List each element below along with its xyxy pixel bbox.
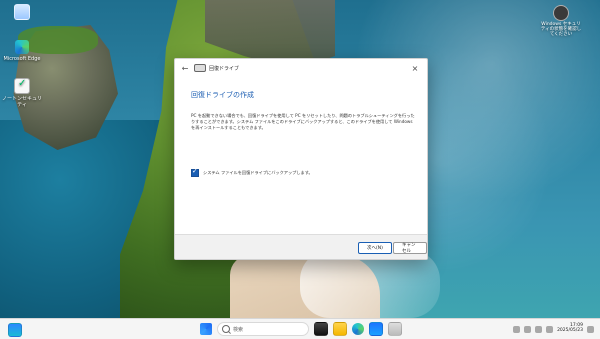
dialog-heading: 回復ドライブの作成 xyxy=(191,91,254,99)
backup-system-files-label[interactable]: システム ファイルを回復ドライブにバックアップします。 xyxy=(203,170,313,176)
file-explorer-button[interactable] xyxy=(333,322,347,336)
tray-volume-icon[interactable] xyxy=(546,325,554,333)
edge-button[interactable] xyxy=(352,323,364,335)
start-button[interactable] xyxy=(200,323,212,335)
dialog-title: 回復ドライブ xyxy=(209,65,240,72)
desktop-icon-label: ノートンセキュリティ xyxy=(2,96,43,108)
cancel-button[interactable]: キャンセル xyxy=(393,242,427,254)
widgets-icon xyxy=(8,323,22,337)
taskbar-date: 2025/05/23 xyxy=(557,328,583,333)
recovery-drive-dialog: ← 回復ドライブ × 回復ドライブの作成 PC を起動できない場合でも、回復ドラ… xyxy=(174,58,428,260)
back-button[interactable]: ← xyxy=(178,61,192,75)
desktop-icon-recycle-bin[interactable] xyxy=(2,4,42,22)
dialog-title-bar: ← 回復ドライブ × xyxy=(175,59,427,77)
tray-up-icon[interactable] xyxy=(513,325,521,333)
task-view-button[interactable] xyxy=(314,322,328,336)
security-icon xyxy=(14,78,30,94)
next-button[interactable]: 次へ(N) xyxy=(358,242,392,254)
recycle-bin-icon xyxy=(14,4,30,20)
backup-system-files-checkbox[interactable] xyxy=(191,167,199,177)
desktop-icon-status[interactable]: Windows セキュリティの状態を確認してください xyxy=(540,5,582,38)
dialog-footer: 次へ(N) キャンセル xyxy=(175,234,427,259)
desktop-icon-security[interactable]: ノートンセキュリティ xyxy=(2,78,42,108)
close-button[interactable]: × xyxy=(409,62,421,74)
taskbar-clock[interactable]: 17:09 2025/05/23 xyxy=(557,323,583,334)
store-button[interactable] xyxy=(369,322,383,336)
desktop-icon-edge[interactable]: Microsoft Edge xyxy=(2,40,42,62)
desktop: Microsoft Edge ノートンセキュリティ Windows セキュリティ… xyxy=(0,0,600,318)
desktop-icon-label: Microsoft Edge xyxy=(3,56,41,62)
system-tray: 17:09 2025/05/23 xyxy=(513,322,594,336)
taskbar-search-placeholder: 検索 xyxy=(233,326,244,333)
taskbar: 検索 17:09 2025/05/23 xyxy=(0,318,600,339)
desktop-icon-label: Windows セキュリティの状態を確認してください xyxy=(540,22,582,37)
backup-system-files-option[interactable]: システム ファイルを回復ドライブにバックアップします。 xyxy=(191,167,313,177)
dialog-description: PC を起動できない場合でも、回復ドライブを使用して PC をリセットしたり、問… xyxy=(191,113,415,131)
recovery-drive-taskbar-button[interactable] xyxy=(388,322,402,336)
notification-icon[interactable] xyxy=(587,325,594,333)
drive-icon xyxy=(194,64,206,72)
taskbar-center: 検索 xyxy=(200,322,402,336)
tray-network-icon[interactable] xyxy=(535,325,543,333)
edge-icon xyxy=(15,40,29,54)
taskbar-search[interactable]: 検索 xyxy=(217,322,309,336)
search-icon xyxy=(222,325,230,333)
widgets-button[interactable] xyxy=(8,323,22,337)
tray-ime-icon[interactable] xyxy=(524,325,532,333)
status-icon xyxy=(553,5,569,21)
